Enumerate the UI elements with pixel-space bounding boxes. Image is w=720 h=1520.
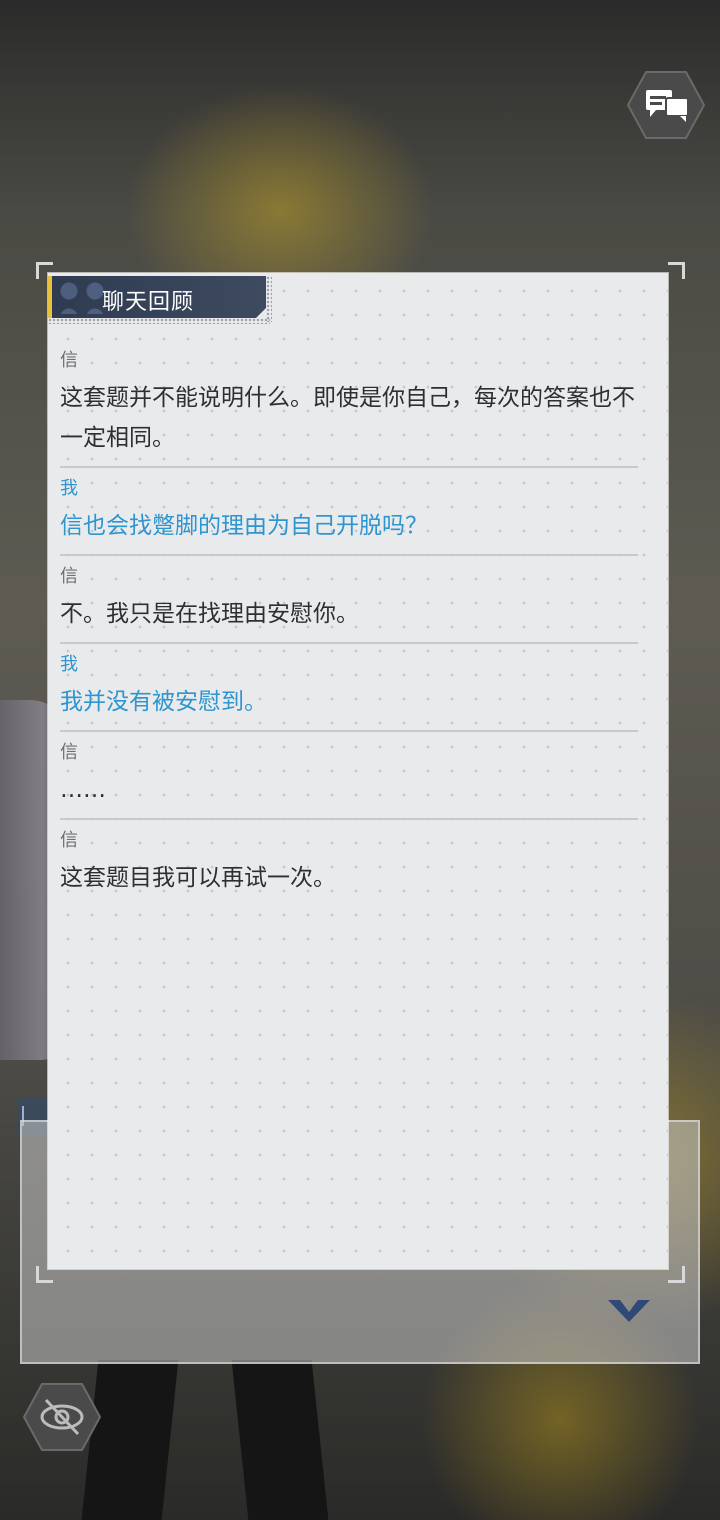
panel-title-bar: 聊天回顾: [48, 276, 266, 318]
chat-bubbles-icon[interactable]: [626, 70, 706, 140]
title-decoration: [56, 278, 108, 314]
message-speaker: 信: [60, 350, 78, 371]
message-speaker: 我: [60, 478, 78, 499]
message-item: 信 这套题目我可以再试一次。: [60, 820, 638, 906]
message-text: 不。我只是在找理由安慰你。: [60, 601, 359, 627]
message-speaker: 信: [60, 742, 78, 763]
message-speaker: 信: [60, 566, 78, 587]
panel-corner-bottom-right: [668, 1266, 685, 1283]
message-item: 我 信也会找蹩脚的理由为自己开脱吗？: [60, 468, 638, 556]
title-dot-border-side: [266, 276, 272, 322]
character-legs: [81, 1360, 350, 1520]
title-dot-border: [48, 318, 270, 324]
message-text: ……: [60, 777, 106, 803]
message-item: 信 这套题并不能说明什么。即使是你自己，每次的答案也不一定相同。: [60, 340, 638, 468]
message-speaker: 我: [60, 654, 78, 675]
message-item: 信 不。我只是在找理由安慰你。: [60, 556, 638, 644]
message-text: 这套题并不能说明什么。即使是你自己，每次的答案也不一定相同。: [60, 385, 635, 451]
eye-off-icon[interactable]: [22, 1382, 102, 1452]
panel-corner-top-right: [668, 262, 685, 279]
message-text: 我并没有被安慰到。: [60, 689, 267, 715]
message-speaker: 信: [60, 830, 78, 851]
message-list[interactable]: 信 这套题并不能说明什么。即使是你自己，每次的答案也不一定相同。 我 信也会找蹩…: [60, 340, 638, 906]
page-title: 聊天回顾: [102, 290, 195, 315]
message-text: 信也会找蹩脚的理由为自己开脱吗？: [60, 513, 428, 539]
message-item: 我 我并没有被安慰到。: [60, 644, 638, 732]
message-text: 这套题目我可以再试一次。: [60, 865, 336, 891]
message-item: 信 ……: [60, 732, 638, 820]
chevron-down-icon[interactable]: [606, 1296, 652, 1324]
